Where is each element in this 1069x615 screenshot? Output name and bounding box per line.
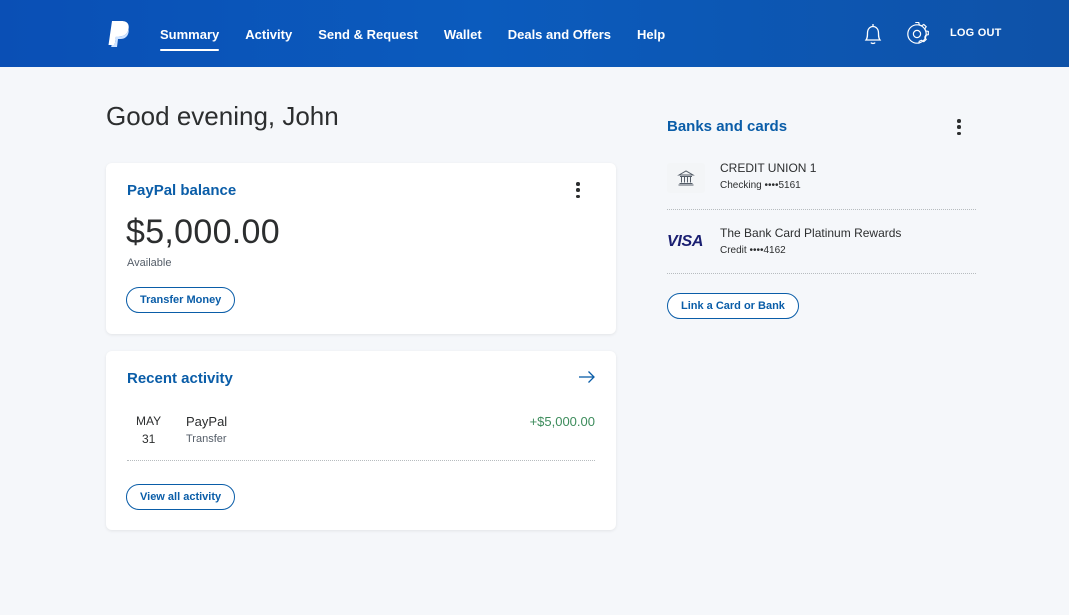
activity-row[interactable]: MAY 31 PayPal Transfer +$5,000.00 [127, 412, 595, 462]
nav-activity[interactable]: Activity [245, 0, 292, 67]
paypal-balance-card: PayPal balance $5,000.00 Available Trans… [106, 163, 616, 334]
nav-send-request[interactable]: Send & Request [318, 0, 418, 67]
transfer-money-button[interactable]: Transfer Money [126, 287, 236, 313]
paypal-logo-icon[interactable] [106, 20, 130, 48]
activity-name: PayPal [186, 414, 228, 429]
card-detail: Credit ••••4162 [720, 245, 786, 256]
bank-divider [667, 209, 976, 210]
gear-icon[interactable] [905, 22, 929, 46]
activity-divider [127, 460, 595, 461]
card-divider [667, 273, 976, 274]
main-nav: Summary Activity Send & Request Wallet D… [160, 0, 691, 67]
activity-month: MAY [136, 414, 162, 428]
visa-icon: VISA [667, 233, 704, 250]
logout-button[interactable]: LOG OUT [950, 27, 1002, 39]
nav-deals-offers[interactable]: Deals and Offers [508, 0, 611, 67]
nav-help[interactable]: Help [637, 0, 665, 67]
bank-name: CREDIT UNION 1 [720, 161, 817, 175]
nav-summary[interactable]: Summary [160, 0, 220, 67]
balance-available-label: Available [127, 257, 172, 269]
bell-icon[interactable] [862, 22, 884, 46]
balance-amount: $5,000.00 [126, 213, 280, 251]
recent-activity-title[interactable]: Recent activity [127, 370, 233, 387]
bank-item-credit-union[interactable]: CREDIT UNION 1 Checking ••••5161 [667, 161, 976, 209]
nav-wallet[interactable]: Wallet [444, 0, 482, 67]
bank-detail: Checking ••••5161 [720, 180, 801, 191]
activity-type: Transfer [186, 433, 227, 445]
activity-amount: +$5,000.00 [529, 414, 595, 429]
banks-more-options-icon[interactable] [954, 117, 964, 137]
link-card-bank-button[interactable]: Link a Card or Bank [667, 293, 799, 319]
banks-cards-title[interactable]: Banks and cards [667, 118, 787, 135]
greeting-title: Good evening, John [106, 101, 339, 131]
view-all-activity-button[interactable]: View all activity [126, 484, 236, 510]
recent-activity-card: Recent activity MAY 31 PayPal Transfer +… [106, 351, 616, 530]
balance-more-options-icon[interactable] [573, 180, 583, 200]
bank-icon [667, 163, 705, 193]
top-navigation-bar: Summary Activity Send & Request Wallet D… [0, 0, 1069, 67]
arrow-right-icon[interactable] [577, 368, 597, 386]
card-name: The Bank Card Platinum Rewards [720, 226, 902, 240]
activity-day: 31 [142, 432, 156, 446]
card-item-platinum-rewards[interactable]: VISA The Bank Card Platinum Rewards Cred… [667, 226, 976, 274]
balance-title[interactable]: PayPal balance [127, 182, 236, 199]
